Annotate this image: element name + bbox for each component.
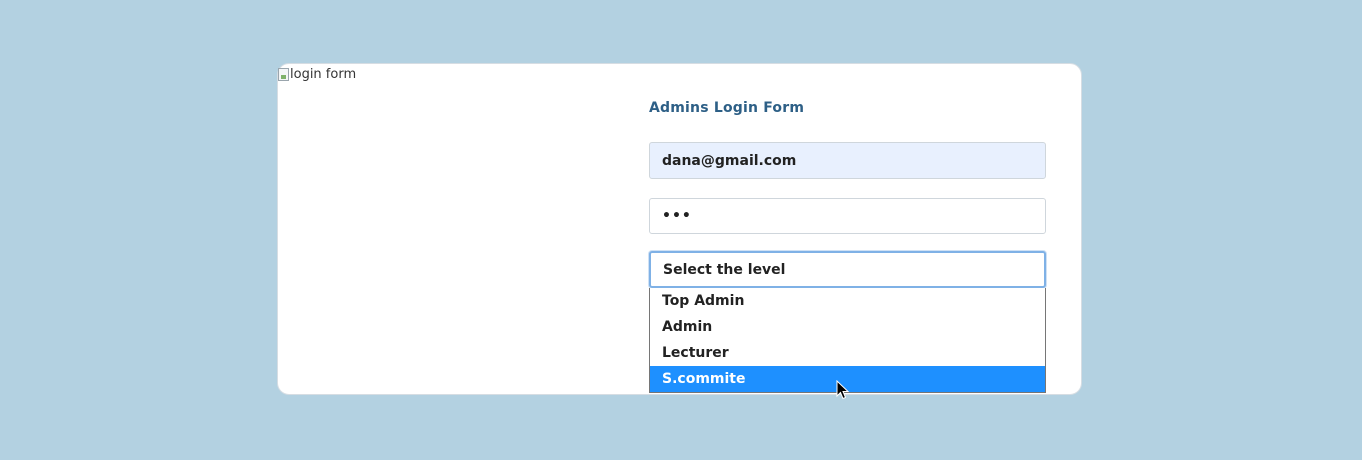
- password-field[interactable]: •••: [649, 198, 1046, 234]
- email-field[interactable]: dana@gmail.com: [649, 142, 1046, 179]
- option-top-admin[interactable]: Top Admin: [650, 288, 1045, 314]
- option-lecturer[interactable]: Lecturer: [650, 340, 1045, 366]
- mouse-pointer-icon: [836, 380, 850, 400]
- level-select[interactable]: Select the level: [649, 251, 1046, 288]
- form-title: Admins Login Form: [649, 100, 805, 116]
- login-card: login form Admins Login Form dana@gmail.…: [277, 63, 1082, 395]
- password-value: •••: [662, 208, 692, 224]
- login-form-image: login form: [278, 67, 356, 82]
- option-admin[interactable]: Admin: [650, 314, 1045, 340]
- broken-image-icon: [278, 68, 289, 81]
- level-select-label: Select the level: [663, 261, 786, 278]
- image-alt-text: login form: [290, 67, 357, 82]
- level-dropdown-list: Top Admin Admin Lecturer S.commite: [649, 288, 1046, 393]
- email-value: dana@gmail.com: [662, 152, 797, 169]
